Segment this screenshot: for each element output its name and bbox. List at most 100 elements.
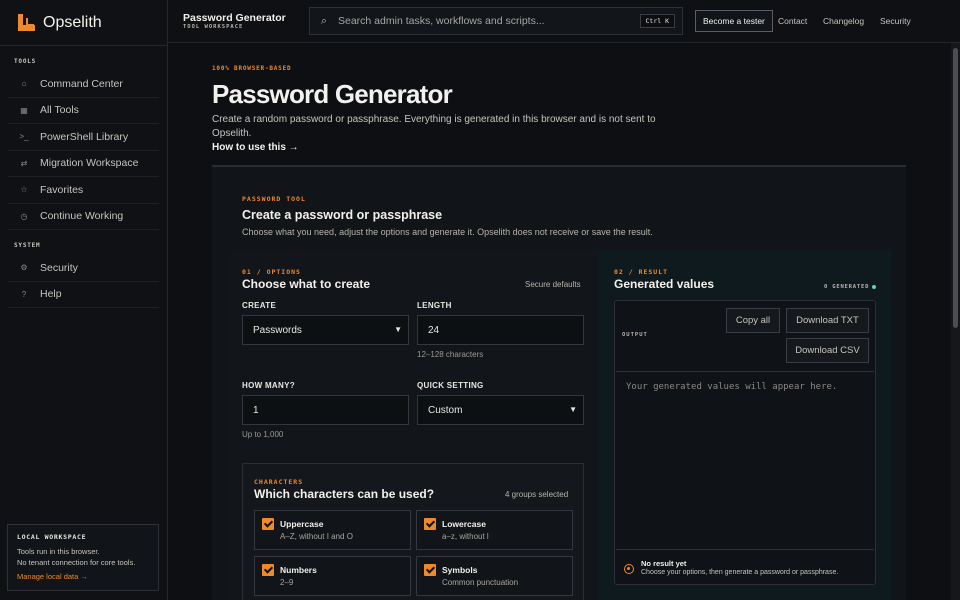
sidebar-item-migration-workspace[interactable]: ⇄ Migration Workspace bbox=[8, 151, 159, 177]
gear-icon: ⚙ bbox=[20, 263, 28, 273]
quick-setting-label: QUICK SETTING bbox=[417, 381, 484, 390]
output-label: OUTPUT bbox=[622, 332, 648, 338]
download-txt-button[interactable]: Download TXT bbox=[786, 308, 869, 333]
scrollbar-thumb[interactable] bbox=[953, 48, 958, 328]
copy-all-button[interactable]: Copy all bbox=[726, 308, 780, 333]
numbers-option[interactable]: Numbers 2–9 bbox=[254, 556, 411, 596]
how-many-hint: Up to 1,000 bbox=[242, 430, 284, 439]
checkbox-checked-icon[interactable] bbox=[424, 518, 436, 530]
terminal-icon: >_ bbox=[19, 132, 29, 142]
result-step: 02 / RESULT bbox=[614, 268, 669, 276]
question-icon: ? bbox=[21, 289, 27, 299]
sidebar-item-favorites[interactable]: ☆ Favorites bbox=[8, 177, 159, 204]
download-csv-button[interactable]: Download CSV bbox=[786, 338, 869, 363]
options-title: Choose what to create bbox=[242, 277, 371, 291]
empty-state-title: No result yet bbox=[641, 559, 687, 568]
chevron-down-icon: ▼ bbox=[394, 325, 402, 334]
sidebar-item-all-tools[interactable]: ▦ All Tools bbox=[8, 98, 159, 124]
clock-icon: ◷ bbox=[20, 211, 28, 221]
sidebar-item-command-center[interactable]: ⌂ Command Center bbox=[8, 71, 159, 98]
chevron-down-icon: ▼ bbox=[569, 405, 577, 414]
brand-name: Opselith bbox=[43, 13, 102, 31]
sidebar: Opselith TOOLS ⌂ Command Center ▦ All Tool… bbox=[0, 0, 168, 600]
length-input-value: 24 bbox=[428, 324, 440, 336]
system-section-title: SYSTEM bbox=[14, 242, 41, 249]
local-workspace-card: LOCAL WORKSPACE Tools run in this browse… bbox=[7, 524, 159, 591]
groups-selected: 4 groups selected bbox=[505, 490, 569, 499]
search-bar[interactable]: ⌕ Ctrl K bbox=[309, 7, 683, 35]
grid-icon: ▦ bbox=[20, 105, 28, 115]
sidebar-item-label: Favorites bbox=[40, 183, 84, 196]
secure-defaults: Secure defaults bbox=[525, 280, 581, 289]
output-textarea[interactable]: Your generated values will appear here. bbox=[616, 371, 874, 550]
sidebar-item-continue-working[interactable]: ◷ Continue Working bbox=[8, 204, 159, 230]
sidebar-item-label: Help bbox=[40, 288, 62, 301]
shortcut-badge: Ctrl K bbox=[639, 14, 675, 28]
page-eyebrow: 100% BROWSER-BASED bbox=[212, 65, 292, 72]
topbar-subtitle: TOOL WORKSPACE bbox=[183, 24, 244, 30]
how-many-input[interactable]: 1 bbox=[242, 395, 409, 425]
search-icon: ⌕ bbox=[320, 14, 328, 27]
app-root: Opselith TOOLS ⌂ Command Center ▦ All Tool… bbox=[0, 0, 960, 600]
length-input[interactable]: 24 bbox=[417, 315, 584, 345]
how-to-link[interactable]: How to use this → bbox=[212, 142, 299, 153]
home-icon: ⌂ bbox=[21, 79, 27, 89]
sidebar-item-powershell-library[interactable]: >_ PowerShell Library bbox=[8, 124, 159, 151]
status-dot-icon bbox=[872, 285, 876, 289]
result-title: Generated values bbox=[614, 277, 715, 291]
characters-eyebrow: CHARACTERS bbox=[254, 478, 304, 486]
checkbox-checked-icon[interactable] bbox=[262, 564, 274, 576]
panel-eyebrow: PASSWORD TOOL bbox=[242, 195, 306, 203]
sidebar-item-label: Command Center bbox=[40, 77, 123, 90]
length-label: LENGTH bbox=[417, 301, 452, 310]
contact-link[interactable]: Contact bbox=[778, 16, 807, 26]
sidebar-item-label: All Tools bbox=[40, 104, 79, 117]
checkbox-checked-icon[interactable] bbox=[424, 564, 436, 576]
sidebar-item-label: Continue Working bbox=[40, 210, 124, 223]
characters-title: Which characters can be used? bbox=[254, 487, 435, 501]
changelog-link[interactable]: Changelog bbox=[823, 16, 864, 26]
quick-setting-select[interactable]: Custom ▼ bbox=[417, 395, 584, 425]
sidebar-item-label: Migration Workspace bbox=[40, 157, 139, 170]
brand[interactable]: Opselith bbox=[0, 0, 167, 46]
target-icon bbox=[624, 564, 634, 574]
sidebar-item-label: PowerShell Library bbox=[40, 130, 129, 143]
local-workspace-line: Tools run in this browser. bbox=[17, 547, 100, 556]
security-link[interactable]: Security bbox=[880, 16, 911, 26]
options-step: 01 / OPTIONS bbox=[242, 268, 301, 276]
checkbox-checked-icon[interactable] bbox=[262, 518, 274, 530]
sidebar-item-label: Security bbox=[40, 261, 78, 274]
topbar-title: Password Generator bbox=[183, 12, 286, 24]
option-subtitle: a–z, without l bbox=[442, 532, 489, 541]
option-subtitle: Common punctuation bbox=[442, 578, 519, 587]
search-input[interactable] bbox=[338, 15, 640, 27]
create-select-value: Passwords bbox=[253, 324, 302, 336]
swap-icon: ⇄ bbox=[20, 158, 28, 168]
become-tester-button[interactable]: Become a tester bbox=[695, 10, 773, 32]
local-workspace-line: No tenant connection for core tools. bbox=[17, 558, 136, 567]
generated-count: 0 GENERATED bbox=[824, 284, 870, 290]
lowercase-option[interactable]: Lowercase a–z, without l bbox=[416, 510, 573, 550]
option-title: Uppercase bbox=[280, 519, 324, 529]
uppercase-option[interactable]: Uppercase A–Z, without I and O bbox=[254, 510, 411, 550]
manage-local-data-link[interactable]: Manage local data → bbox=[17, 572, 149, 581]
quick-setting-value: Custom bbox=[428, 404, 463, 416]
panel-description: Choose what you need, adjust the options… bbox=[242, 227, 653, 237]
sidebar-item-security[interactable]: ⚙ Security bbox=[8, 255, 159, 282]
length-hint: 12–128 characters bbox=[417, 350, 484, 359]
page-title: Password Generator bbox=[212, 79, 453, 109]
option-title: Lowercase bbox=[442, 519, 486, 529]
create-label: CREATE bbox=[242, 301, 277, 310]
scrollbar[interactable] bbox=[951, 43, 960, 600]
page-intro: Create a random password or passphrase. … bbox=[212, 114, 656, 139]
sidebar-item-help[interactable]: ? Help bbox=[8, 282, 159, 308]
output-box: OUTPUT Copy all Download TXT Download CS… bbox=[614, 300, 876, 585]
topbar: Password Generator TOOL WORKSPACE ⌕ Ctrl… bbox=[168, 0, 960, 43]
option-subtitle: A–Z, without I and O bbox=[280, 532, 353, 541]
create-select[interactable]: Passwords ▼ bbox=[242, 315, 409, 345]
how-many-input-value: 1 bbox=[253, 404, 259, 416]
panel-title: Create a password or passphrase bbox=[242, 208, 443, 222]
symbols-option[interactable]: Symbols Common punctuation bbox=[416, 556, 573, 596]
option-subtitle: 2–9 bbox=[280, 578, 294, 587]
logo-icon bbox=[18, 14, 35, 31]
